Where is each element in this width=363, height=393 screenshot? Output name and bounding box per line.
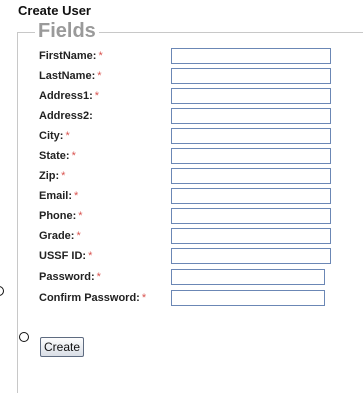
field-input[interactable] (171, 228, 331, 244)
field-label-text: State: (39, 150, 70, 162)
field-label: Phone: * (39, 210, 83, 222)
field-label: Confirm Password: * (39, 292, 146, 304)
field-input[interactable] (171, 248, 331, 264)
field-input[interactable] (171, 88, 331, 104)
field-label-text: USSF ID: (39, 250, 87, 262)
field-label: Password: * (39, 271, 101, 283)
radio-button[interactable] (0, 286, 4, 296)
field-input[interactable] (171, 168, 331, 184)
required-asterisk: * (76, 230, 81, 242)
field-label-text: Zip: (39, 170, 60, 182)
field-label-text: LastName: (39, 70, 96, 82)
field-input[interactable] (171, 148, 331, 164)
radio-button[interactable] (19, 332, 29, 342)
field-label-text: Password: (39, 271, 95, 283)
create-button[interactable]: Create (40, 337, 85, 357)
field-label: LastName: * (39, 70, 102, 82)
required-asterisk: * (96, 271, 101, 283)
field-label-text: Phone: (39, 210, 77, 222)
field-label: Zip: * (39, 170, 65, 182)
required-asterisk: * (78, 210, 83, 222)
required-asterisk: * (94, 90, 100, 102)
field-label-text: FirstName: (39, 50, 97, 62)
field-label-text: City: (39, 130, 64, 142)
field-label-text: Confirm Password: (39, 292, 140, 304)
required-asterisk: * (61, 170, 66, 182)
field-label-text: Address2: (39, 110, 93, 122)
field-input[interactable] (171, 269, 325, 285)
field-label: Email: * (39, 190, 78, 202)
field-label-text: Address1: (39, 90, 93, 102)
field-input[interactable] (171, 290, 325, 306)
required-asterisk: * (98, 50, 103, 62)
field-input[interactable] (171, 188, 331, 204)
field-label: City: * (39, 130, 70, 142)
field-label-text: Grade: (39, 230, 75, 242)
field-label: USSF ID: * (39, 250, 92, 262)
field-label: FirstName: * (39, 50, 103, 62)
required-asterisk: * (97, 70, 102, 82)
page-title: Create User (18, 3, 91, 18)
field-input[interactable] (171, 128, 331, 144)
field-label-text: Email: (39, 190, 73, 202)
required-asterisk: * (141, 292, 147, 304)
field-input[interactable] (171, 48, 331, 64)
field-input[interactable] (171, 68, 331, 84)
field-label: Grade: * (39, 230, 81, 242)
required-asterisk: * (88, 250, 93, 262)
required-asterisk: * (74, 190, 79, 202)
field-input[interactable] (171, 108, 331, 124)
required-asterisk: * (65, 130, 70, 142)
field-input[interactable] (171, 208, 331, 224)
fields-legend: Fields (35, 19, 99, 43)
required-asterisk: * (71, 150, 76, 162)
field-label: Address2: (39, 110, 93, 122)
field-label: State: * (39, 150, 76, 162)
field-label: Address1: * (39, 90, 99, 102)
